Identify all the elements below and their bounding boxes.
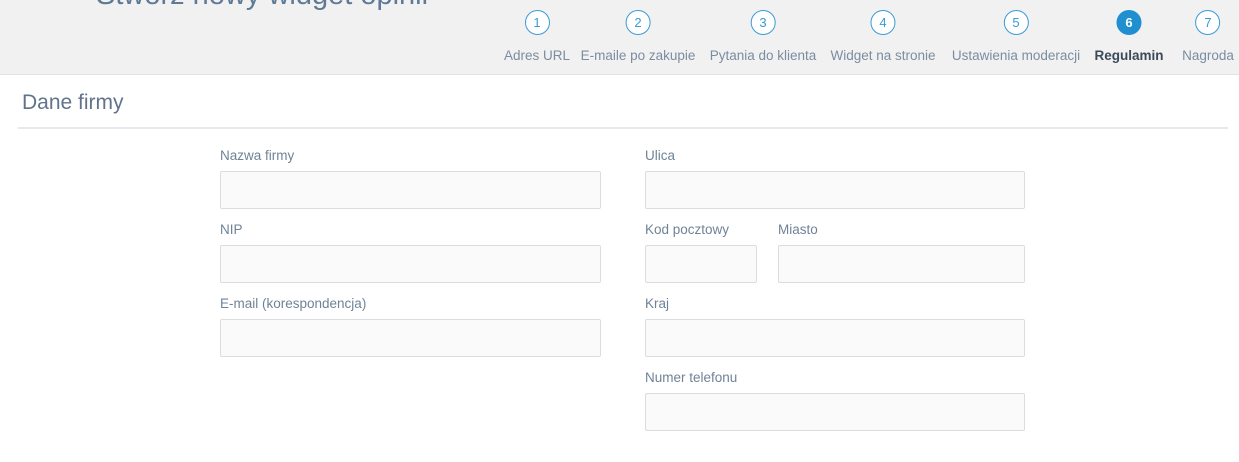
step-regulamin[interactable]: 6 Regulamin (1094, 10, 1164, 63)
company-name-label: Nazwa firmy (220, 148, 295, 163)
email-input[interactable] (220, 319, 601, 357)
step-number-badge: 6 (1116, 10, 1142, 35)
step-questions[interactable]: 3 Pytania do klienta (709, 10, 817, 63)
section-divider (18, 127, 1228, 129)
street-input[interactable] (645, 171, 1025, 209)
step-label: Pytania do klienta (709, 48, 817, 63)
city-input[interactable] (778, 245, 1025, 283)
email-label: E-mail (korespondencja) (220, 296, 367, 311)
country-label: Kraj (645, 296, 670, 311)
step-adres-url[interactable]: 1 Adres URL (504, 10, 570, 63)
step-number-badge: 7 (1195, 10, 1221, 35)
step-label: Adres URL (503, 48, 571, 63)
section-title: Dane firmy (22, 91, 124, 114)
step-widget[interactable]: 4 Widget na stronie (830, 10, 936, 63)
step-label: Nagroda (1182, 48, 1234, 63)
phone-label: Numer telefonu (645, 370, 738, 385)
step-number-badge: 2 (625, 10, 651, 35)
street-label: Ulica (645, 148, 676, 163)
step-label: Regulamin (1094, 48, 1164, 63)
step-number-badge: 4 (870, 10, 896, 35)
wizard-steps: 1 Adres URL 2 E-maile po zakupie 3 Pytan… (0, 10, 1239, 70)
step-emails[interactable]: 2 E-maile po zakupie (580, 10, 696, 63)
step-number-badge: 1 (524, 10, 550, 35)
country-input[interactable] (645, 319, 1025, 357)
company-name-input[interactable] (220, 171, 601, 209)
postal-code-input[interactable] (645, 245, 757, 283)
postal-code-label: Kod pocztowy (645, 222, 730, 237)
step-label: Ustawienia moderacji (951, 48, 1081, 63)
wizard-header: Stwórz nowy widget opinii 1 Adres URL 2 … (0, 0, 1239, 75)
city-label: Miasto (778, 222, 818, 237)
step-label: Widget na stronie (830, 48, 936, 63)
nip-input[interactable] (220, 245, 601, 283)
step-moderation[interactable]: 5 Ustawienia moderacji (952, 10, 1080, 63)
step-number-badge: 5 (1003, 10, 1029, 35)
phone-input[interactable] (645, 393, 1025, 431)
nip-label: NIP (220, 222, 243, 237)
step-reward[interactable]: 7 Nagroda (1182, 10, 1234, 63)
step-number-badge: 3 (750, 10, 776, 35)
step-label: E-maile po zakupie (580, 48, 696, 63)
